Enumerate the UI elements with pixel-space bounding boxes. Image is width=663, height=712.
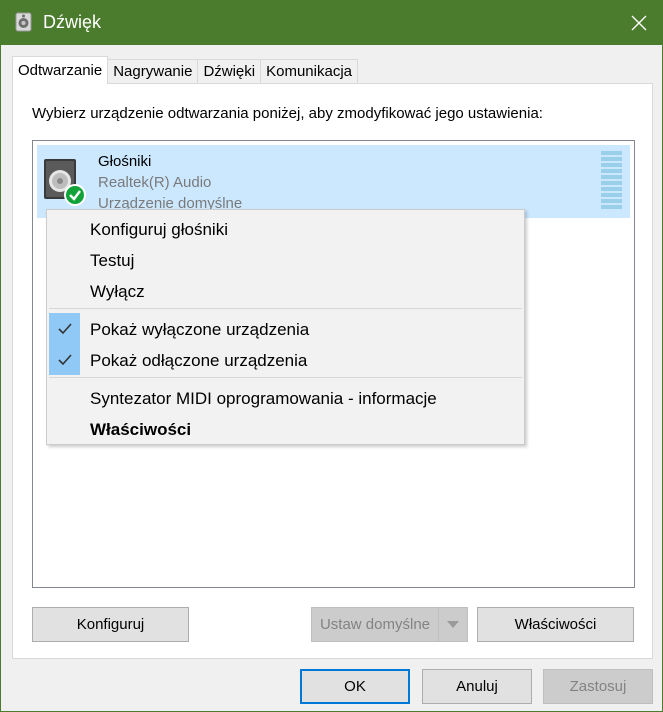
level-segment <box>601 169 622 173</box>
title-bar[interactable]: Dźwięk <box>1 1 662 45</box>
level-segment <box>601 205 622 209</box>
level-segment <box>601 175 622 179</box>
level-segment <box>601 199 622 203</box>
close-button[interactable] <box>616 1 662 45</box>
level-segment <box>601 193 622 197</box>
level-segment <box>601 151 622 155</box>
menu-item-label: Właściwości <box>90 420 192 439</box>
level-segment <box>601 187 622 191</box>
configure-button[interactable]: Konfiguruj <box>32 607 189 642</box>
set-default-button[interactable]: Ustaw domyślne <box>311 607 439 642</box>
device-name: Głośniki <box>98 153 152 170</box>
speaker-icon <box>44 159 86 206</box>
level-segment <box>601 157 622 161</box>
level-segment <box>601 163 622 167</box>
menu-item-label: Pokaż odłączone urządzenia <box>90 351 308 370</box>
chevron-down-icon <box>447 620 459 628</box>
window-title: Dźwięk <box>43 12 102 32</box>
apply-button[interactable]: Zastosuj <box>543 669 653 704</box>
menu-separator <box>49 308 522 309</box>
menu-item-label: Pokaż wyłączone urządzenia <box>90 320 310 339</box>
sound-dialog: Dźwięk Odtwarzanie Nagrywanie Dźwięki Ko… <box>0 0 663 712</box>
menu-item-disable[interactable]: Wyłącz <box>49 275 522 306</box>
checkmark-icon <box>49 344 80 375</box>
level-meter <box>601 151 622 211</box>
tab-communications[interactable]: Komunikacja <box>260 59 359 84</box>
context-menu: Konfiguruj głośniki Testuj Wyłącz Pokaż … <box>46 209 525 445</box>
checkmark-icon <box>49 313 80 344</box>
menu-item-label: Konfiguruj głośniki <box>90 220 228 239</box>
level-segment <box>601 181 622 185</box>
ok-button[interactable]: OK <box>300 669 410 704</box>
tab-recording[interactable]: Nagrywanie <box>107 59 199 84</box>
device-driver: Realtek(R) Audio <box>98 174 212 191</box>
set-default-split-button[interactable]: Ustaw domyślne <box>311 607 468 642</box>
speaker-app-icon <box>15 12 32 32</box>
default-check-icon <box>64 184 86 206</box>
instruction-text: Wybierz urządzenie odtwarzania poniżej, … <box>32 105 543 122</box>
menu-item-label: Syntezator MIDI oprogramowania - informa… <box>90 389 437 408</box>
menu-separator <box>49 377 522 378</box>
menu-item-properties[interactable]: Właściwości <box>49 413 522 444</box>
tab-strip: Odtwarzanie Nagrywanie Dźwięki Komunikac… <box>12 56 359 84</box>
set-default-dropdown[interactable] <box>438 607 468 642</box>
tab-playback[interactable]: Odtwarzanie <box>12 56 109 84</box>
close-icon <box>631 15 647 31</box>
tab-sounds[interactable]: Dźwięki <box>197 59 262 84</box>
menu-item-configure-speakers[interactable]: Konfiguruj głośniki <box>49 213 522 244</box>
device-row-speakers[interactable]: Głośniki Realtek(R) Audio Urządzenie dom… <box>37 145 630 218</box>
menu-item-test[interactable]: Testuj <box>49 244 522 275</box>
menu-item-midi-info[interactable]: Syntezator MIDI oprogramowania - informa… <box>49 382 522 413</box>
properties-button[interactable]: Właściwości <box>477 607 634 642</box>
menu-item-label: Wyłącz <box>90 282 145 301</box>
menu-item-show-disconnected[interactable]: Pokaż odłączone urządzenia <box>49 344 522 375</box>
menu-item-show-disabled[interactable]: Pokaż wyłączone urządzenia <box>49 313 522 344</box>
cancel-button[interactable]: Anuluj <box>422 669 532 704</box>
menu-item-label: Testuj <box>90 251 135 270</box>
